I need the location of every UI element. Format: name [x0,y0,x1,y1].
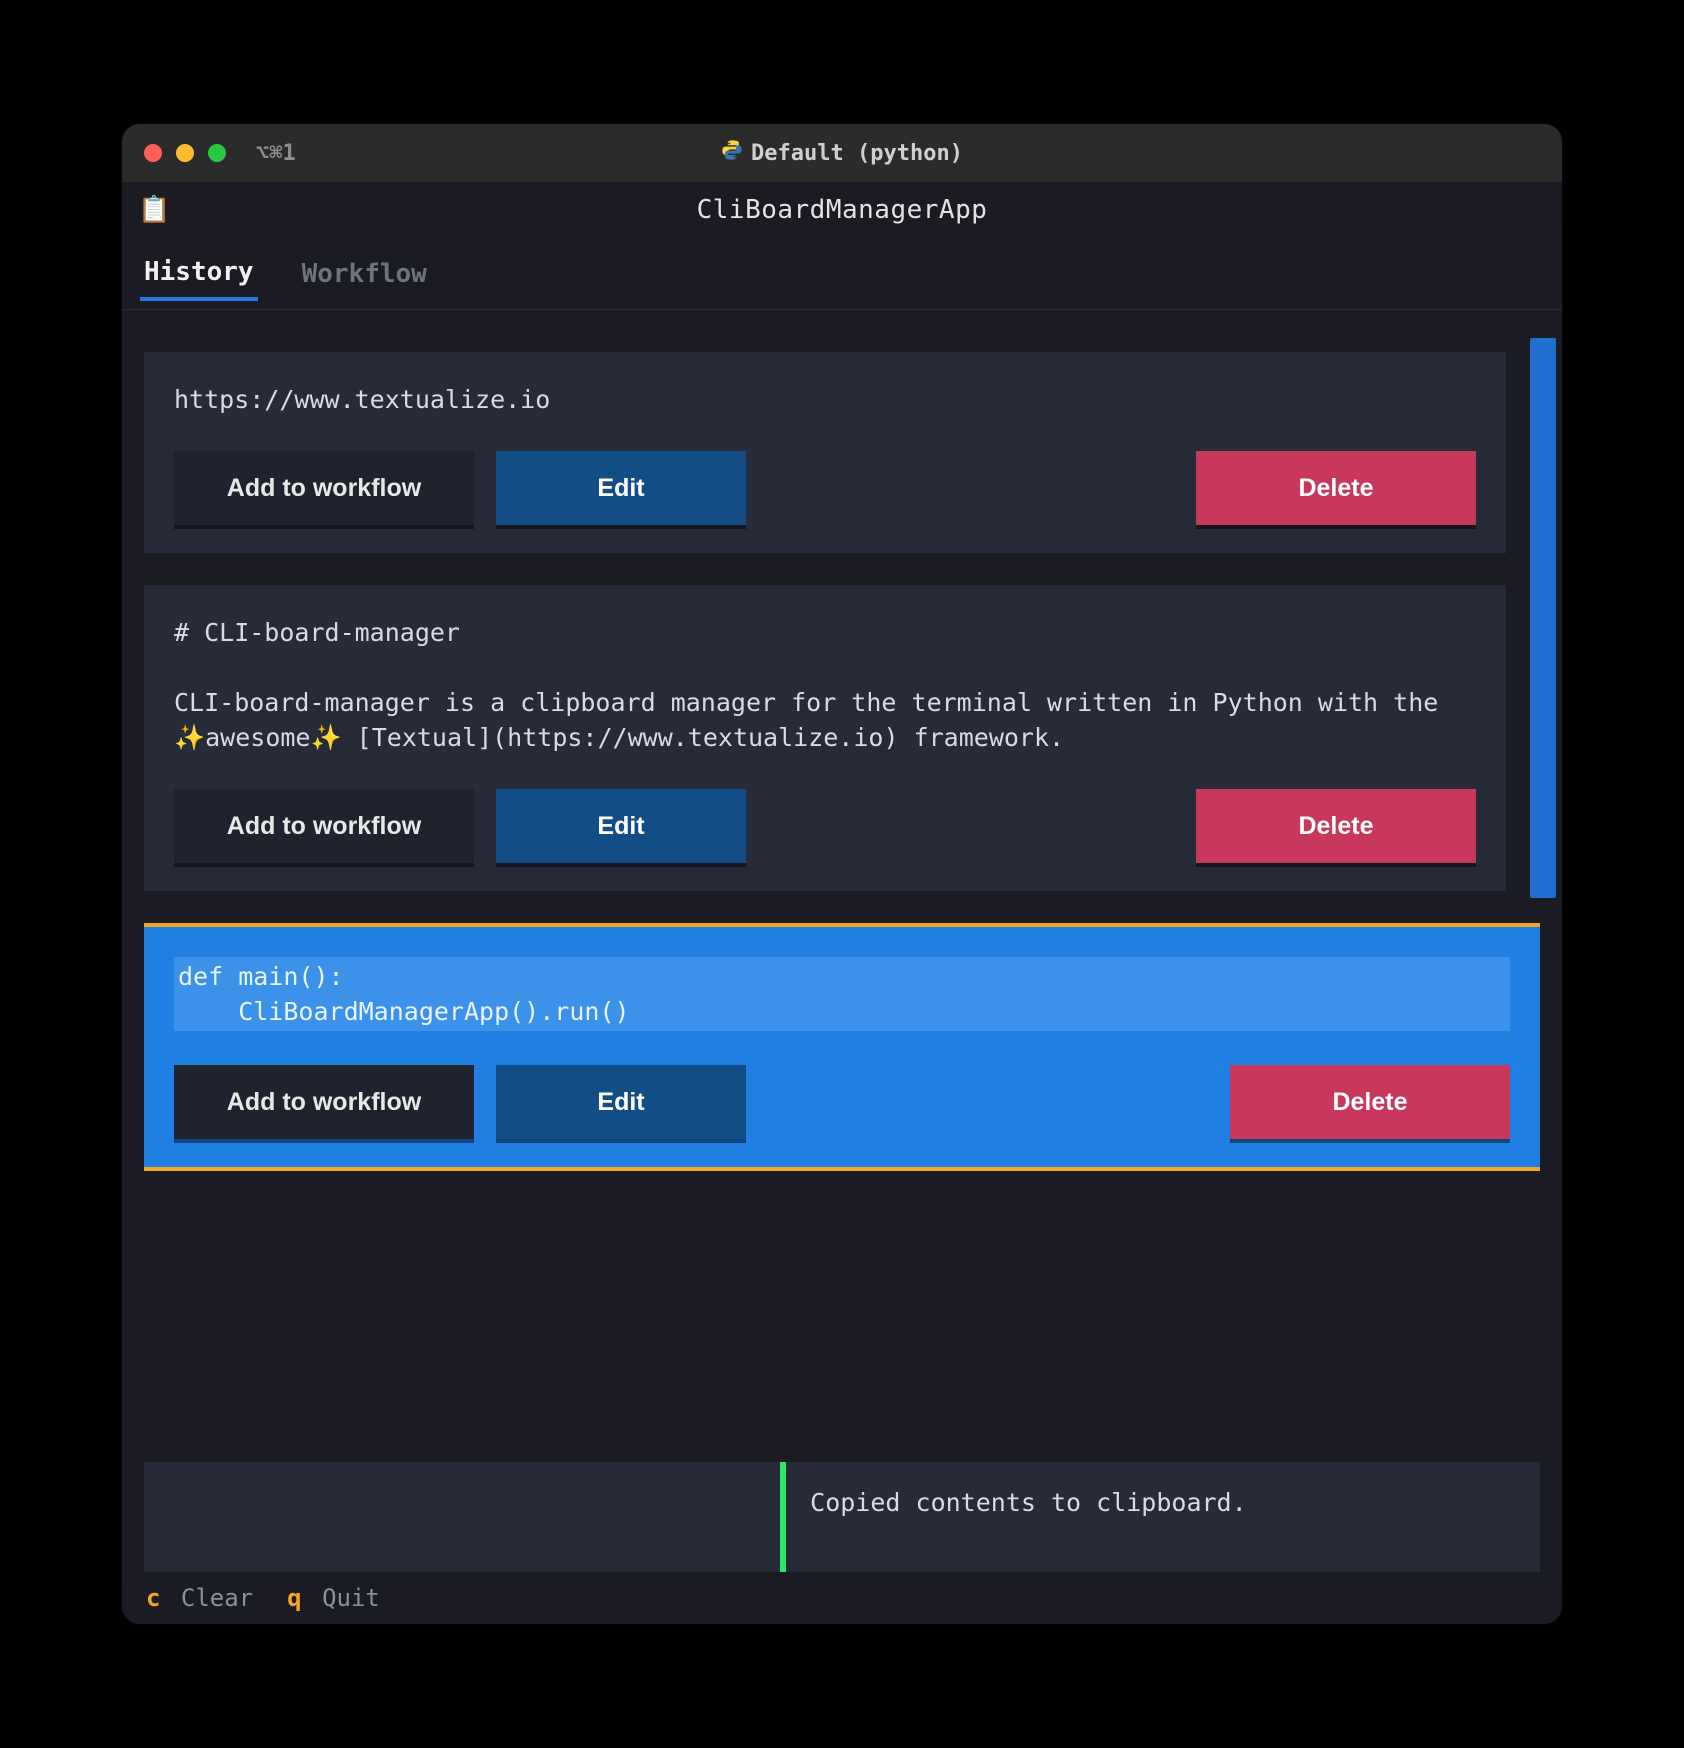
history-item-actions: Add to workflow Edit Delete [174,1065,1510,1139]
key-label: Clear [181,1584,253,1612]
add-to-workflow-button[interactable]: Add to workflow [174,451,474,525]
history-panel: https://www.textualize.io Add to workflo… [122,310,1562,1572]
clipboard-icon: 📋 [138,195,171,225]
window-title: Default (python) [122,139,1562,167]
app-header: 📋 CliBoardManagerApp [122,182,1562,238]
toast-message: Copied contents to clipboard. [786,1462,1540,1572]
tab-label: History [144,257,254,287]
tab-history[interactable]: History [140,247,258,301]
history-item-code: def main(): CliBoardManagerApp().run() [178,959,1506,1029]
history-item[interactable]: https://www.textualize.io Add to workflo… [144,352,1506,553]
add-to-workflow-button[interactable]: Add to workflow [174,789,474,863]
footer-key-quit[interactable]: q Quit [287,1584,380,1612]
edit-button[interactable]: Edit [496,1065,746,1139]
window-title-text: Default (python) [751,141,963,166]
history-item-text: def main(): CliBoardManagerApp().run() [174,957,1510,1031]
history-item-actions: Add to workflow Edit Delete [174,789,1476,863]
tab-bar: History Workflow [122,238,1562,310]
footer-key-clear[interactable]: c Clear [146,1584,253,1612]
key-q: q [287,1584,301,1612]
scrollbar-thumb[interactable] [1530,338,1556,898]
python-icon [721,139,743,167]
status-bar: Copied contents to clipboard. [144,1462,1540,1572]
add-to-workflow-button[interactable]: Add to workflow [174,1065,474,1139]
history-item-text: https://www.textualize.io [174,382,1476,417]
delete-button[interactable]: Delete [1230,1065,1510,1139]
terminal-window: ⌥⌘1 Default (python) 📋 CliBoardManagerAp… [122,124,1562,1624]
history-item[interactable]: # CLI-board-manager CLI-board-manager is… [144,585,1506,891]
tab-workflow[interactable]: Workflow [298,249,431,299]
edit-button[interactable]: Edit [496,451,746,525]
footer-keybar: c Clear q Quit [122,1572,1562,1624]
delete-button[interactable]: Delete [1196,789,1476,863]
key-c: c [146,1584,160,1612]
status-left-pane [144,1462,786,1572]
macos-titlebar: ⌥⌘1 Default (python) [122,124,1562,182]
history-item-actions: Add to workflow Edit Delete [174,451,1476,525]
history-item-selected[interactable]: def main(): CliBoardManagerApp().run() A… [144,923,1540,1171]
history-item-text: # CLI-board-manager CLI-board-manager is… [174,615,1476,755]
delete-button[interactable]: Delete [1196,451,1476,525]
app-title: CliBoardManagerApp [697,195,988,225]
history-list: https://www.textualize.io Add to workflo… [144,352,1540,1572]
key-label: Quit [322,1584,380,1612]
tab-label: Workflow [302,259,427,289]
edit-button[interactable]: Edit [496,789,746,863]
